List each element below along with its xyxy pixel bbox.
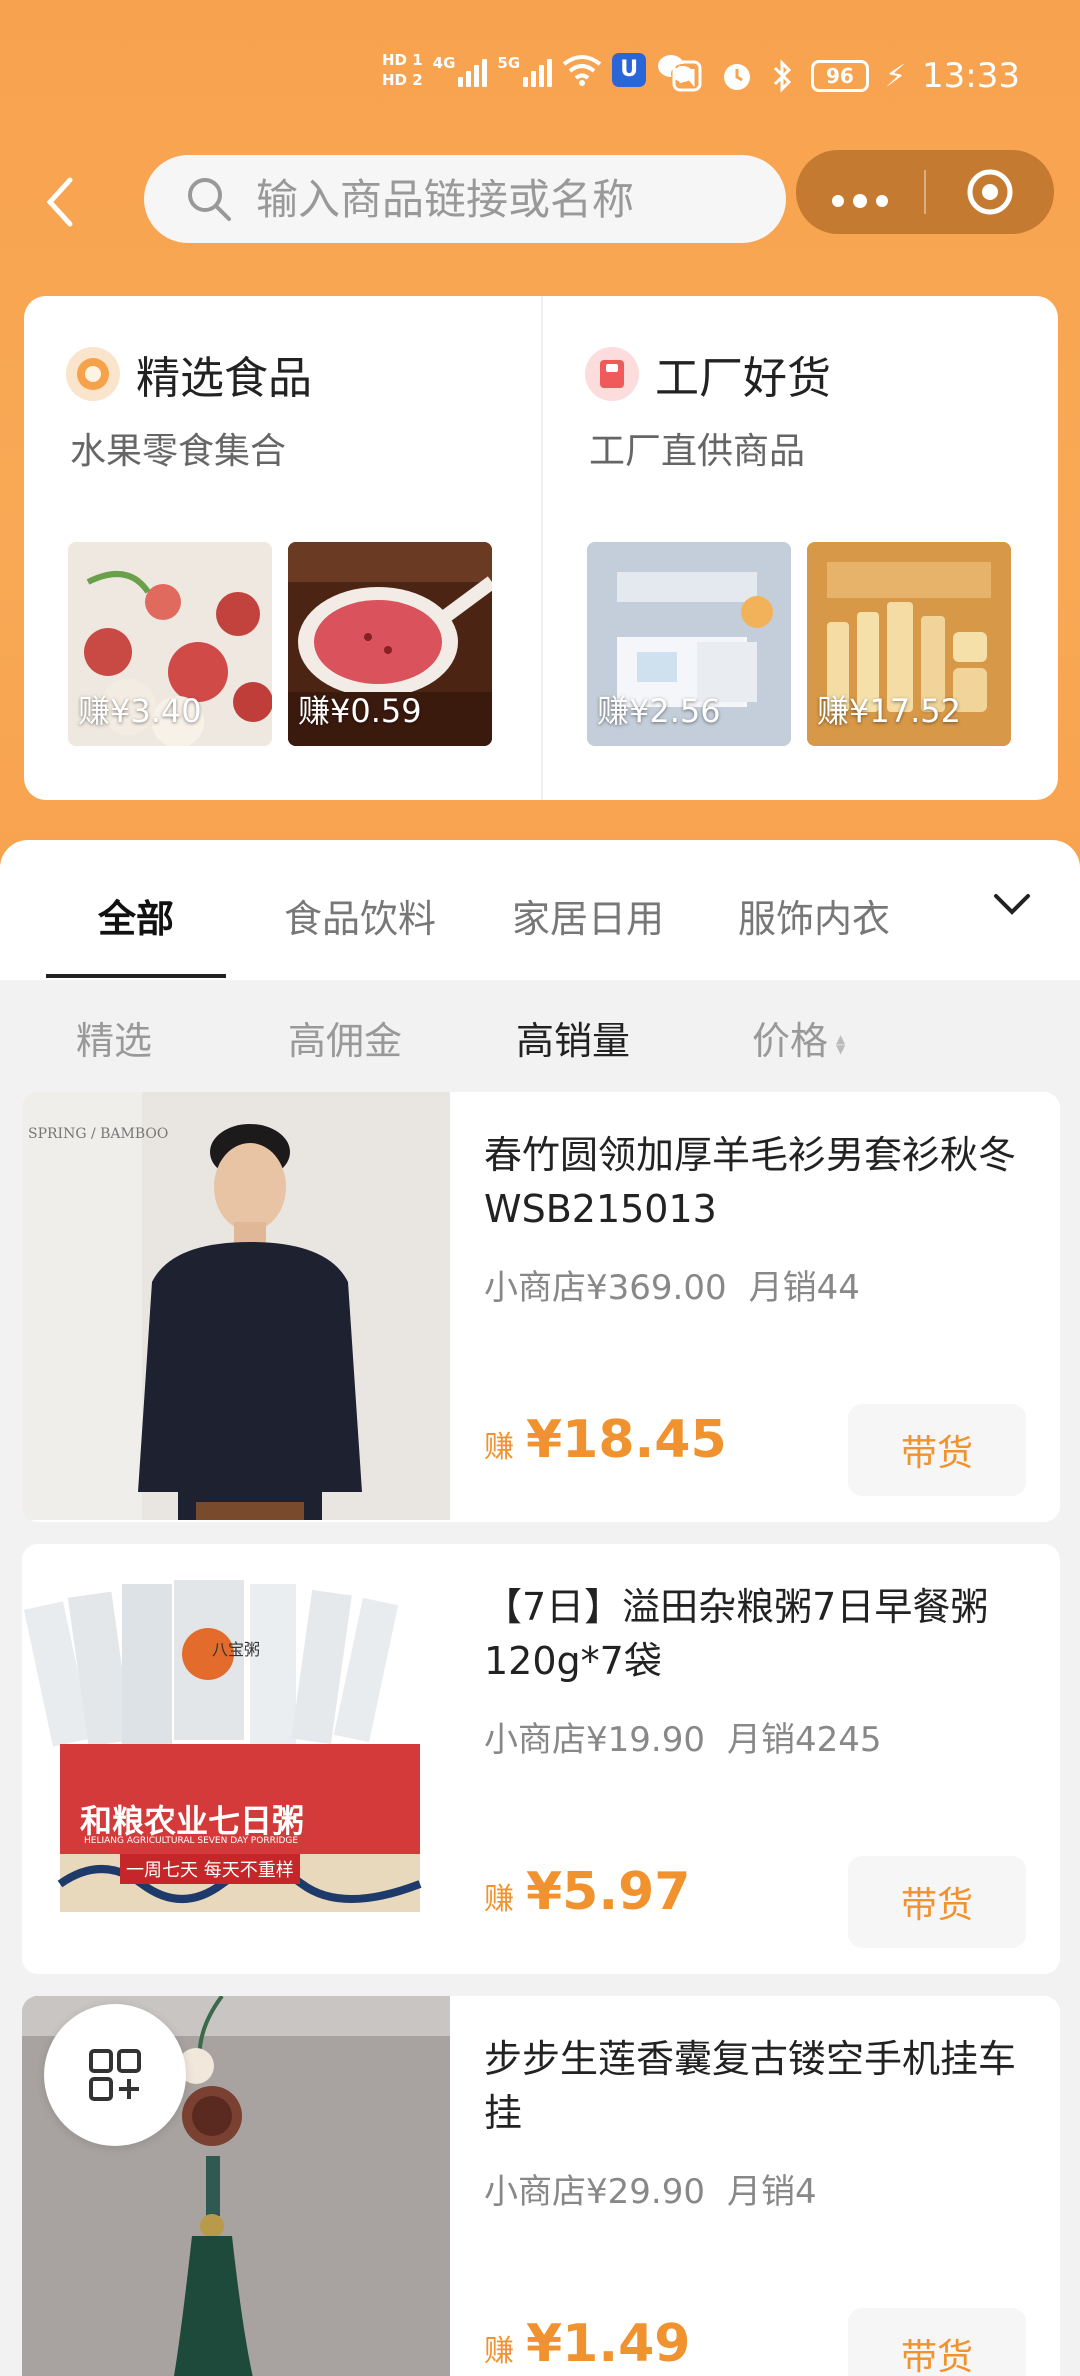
feature-product-earn: 赚¥2.56	[597, 692, 721, 730]
earn-amount: ¥1.49	[526, 2314, 691, 2374]
alarm-icon	[723, 64, 750, 90]
monthly-sales: 月销44	[748, 1268, 860, 1308]
chevron-down-icon	[994, 894, 1030, 915]
product-title: 【7日】溢田杂粮粥7日早餐粥120g*7袋	[484, 1585, 989, 1683]
red-book-icon	[585, 347, 639, 401]
search-bar[interactable]	[144, 155, 786, 243]
feature-product-earn: 赚¥0.59	[298, 692, 422, 730]
feature-title: 工厂好货	[655, 353, 831, 404]
feature-product-tea[interactable]: 赚¥0.59	[288, 542, 492, 746]
more-options-button[interactable]	[796, 172, 924, 212]
product-title: 春竹圆领加厚羊毛衫男套衫秋冬WSB215013	[484, 1133, 1017, 1231]
product-title: 步步生莲香囊复古镂空手机挂车挂	[484, 2037, 1017, 2135]
active-tab-indicator	[46, 974, 226, 978]
add-to-collection-button[interactable]	[44, 2004, 186, 2146]
promote-button[interactable]: 带货	[848, 2308, 1026, 2376]
brand-logo-mark: SPRING / BAMBOO	[28, 1126, 169, 1142]
product-card[interactable]: 和粮农业七日粥 HELIANG AGRICULTURAL SEVEN DAY P…	[22, 1544, 1060, 1974]
sweater-model-image	[22, 1092, 450, 1520]
nfc-icon	[672, 60, 702, 92]
package-label: 八宝粥	[212, 1640, 261, 1659]
sort-price[interactable]: 价格 ▲ ▼	[752, 1010, 845, 1065]
mini-program-capsule	[796, 150, 1054, 234]
shield-app-icon: U	[612, 53, 647, 87]
box-slogan: 一周七天 每天不重样	[120, 1854, 300, 1884]
tab-all[interactable]: 全部	[98, 888, 174, 943]
feature-product-cosmetics[interactable]: 赚¥17.52	[807, 542, 1011, 746]
monthly-sales: 月销4245	[726, 1720, 882, 1760]
feature-selected-food[interactable]: 精选食品 水果零食集合 赚¥3.40 赚¥0.59	[24, 296, 541, 800]
status-bar: HD 1 HD 2 4G 5G U 96 ⚡ 13:33	[0, 40, 1080, 120]
feature-product-earn: 赚¥17.52	[817, 692, 961, 730]
feature-card: 精选食品 水果零食集合 赚¥3.40 赚¥0.59 工厂好货 工厂直供商品 赚¥…	[24, 296, 1058, 800]
shop-price: 小商店¥19.90	[484, 1720, 705, 1760]
shop-price: 小商店¥29.90	[484, 2172, 705, 2212]
feature-product-tissue[interactable]: 赚¥2.56	[587, 542, 791, 746]
feature-factory-goods[interactable]: 工厂好货 工厂直供商品 赚¥2.56 赚¥17.52	[541, 296, 1058, 800]
search-input[interactable]	[256, 174, 756, 224]
feature-subtitle: 水果零食集合	[70, 431, 287, 472]
sort-arrows-icon: ▲ ▼	[836, 1031, 846, 1056]
tab-apparel[interactable]: 服饰内衣	[738, 888, 890, 943]
chevron-left-icon	[46, 177, 73, 227]
product-image: SPRING / BAMBOO	[22, 1092, 450, 1520]
shop-price: 小商店¥369.00	[484, 1268, 727, 1308]
close-mini-program-button[interactable]	[926, 167, 1054, 217]
sort-high-sales[interactable]: 高销量	[516, 1010, 630, 1065]
earn-label: 赚	[484, 1882, 514, 1917]
sort-high-commission[interactable]: 高佣金	[288, 1010, 402, 1065]
earn-amount: ¥18.45	[526, 1410, 727, 1470]
feature-product-lychee[interactable]: 赚¥3.40	[68, 542, 272, 746]
feature-subtitle: 工厂直供商品	[589, 431, 806, 472]
earn-label: 赚	[484, 2334, 514, 2369]
feature-product-earn: 赚¥3.40	[78, 692, 202, 730]
monthly-sales: 月销4	[726, 2172, 817, 2212]
porridge-box-image	[22, 1544, 450, 1972]
back-button[interactable]	[40, 160, 90, 240]
product-image: 和粮农业七日粥 HELIANG AGRICULTURAL SEVEN DAY P…	[22, 1544, 450, 1972]
grid-add-icon	[89, 2049, 141, 2101]
tab-home-daily[interactable]: 家居日用	[512, 888, 664, 943]
category-tabs: 全部 食品饮料 家居日用 服饰内衣	[0, 840, 1080, 980]
search-icon	[188, 178, 231, 221]
expand-tabs-button[interactable]	[992, 890, 1032, 922]
wifi-icon	[562, 55, 602, 86]
battery-icon: 96	[810, 60, 869, 92]
product-card[interactable]: SPRING / BAMBOO 春竹圆领加厚羊毛衫男套衫秋冬WSB215013 …	[22, 1092, 1060, 1522]
sort-price-label: 价格	[752, 1019, 829, 1063]
target-circle-icon	[967, 169, 1013, 215]
hd-indicator: HD 1 HD 2	[382, 51, 423, 89]
promote-button[interactable]: 带货	[848, 1404, 1026, 1496]
bluetooth-icon	[773, 59, 792, 93]
feature-title: 精选食品	[136, 353, 312, 404]
sort-featured[interactable]: 精选	[76, 1010, 152, 1065]
sort-bar: 精选 高佣金 高销量 价格 ▲ ▼	[0, 980, 1080, 1090]
charging-icon: ⚡	[884, 58, 907, 94]
clock: 13:33	[922, 56, 1020, 96]
orange-circle-icon	[66, 347, 120, 401]
tab-food-drink[interactable]: 食品饮料	[284, 888, 436, 943]
box-subtitle: HELIANG AGRICULTURAL SEVEN DAY PORRIDGE	[84, 1836, 299, 1846]
signal-5g-icon: 5G	[497, 53, 553, 87]
promote-button[interactable]: 带货	[848, 1856, 1026, 1948]
earn-amount: ¥5.97	[526, 1862, 691, 1922]
more-dots-icon	[832, 194, 888, 208]
earn-label: 赚	[484, 1430, 514, 1465]
signal-4g-icon: 4G	[433, 53, 488, 87]
